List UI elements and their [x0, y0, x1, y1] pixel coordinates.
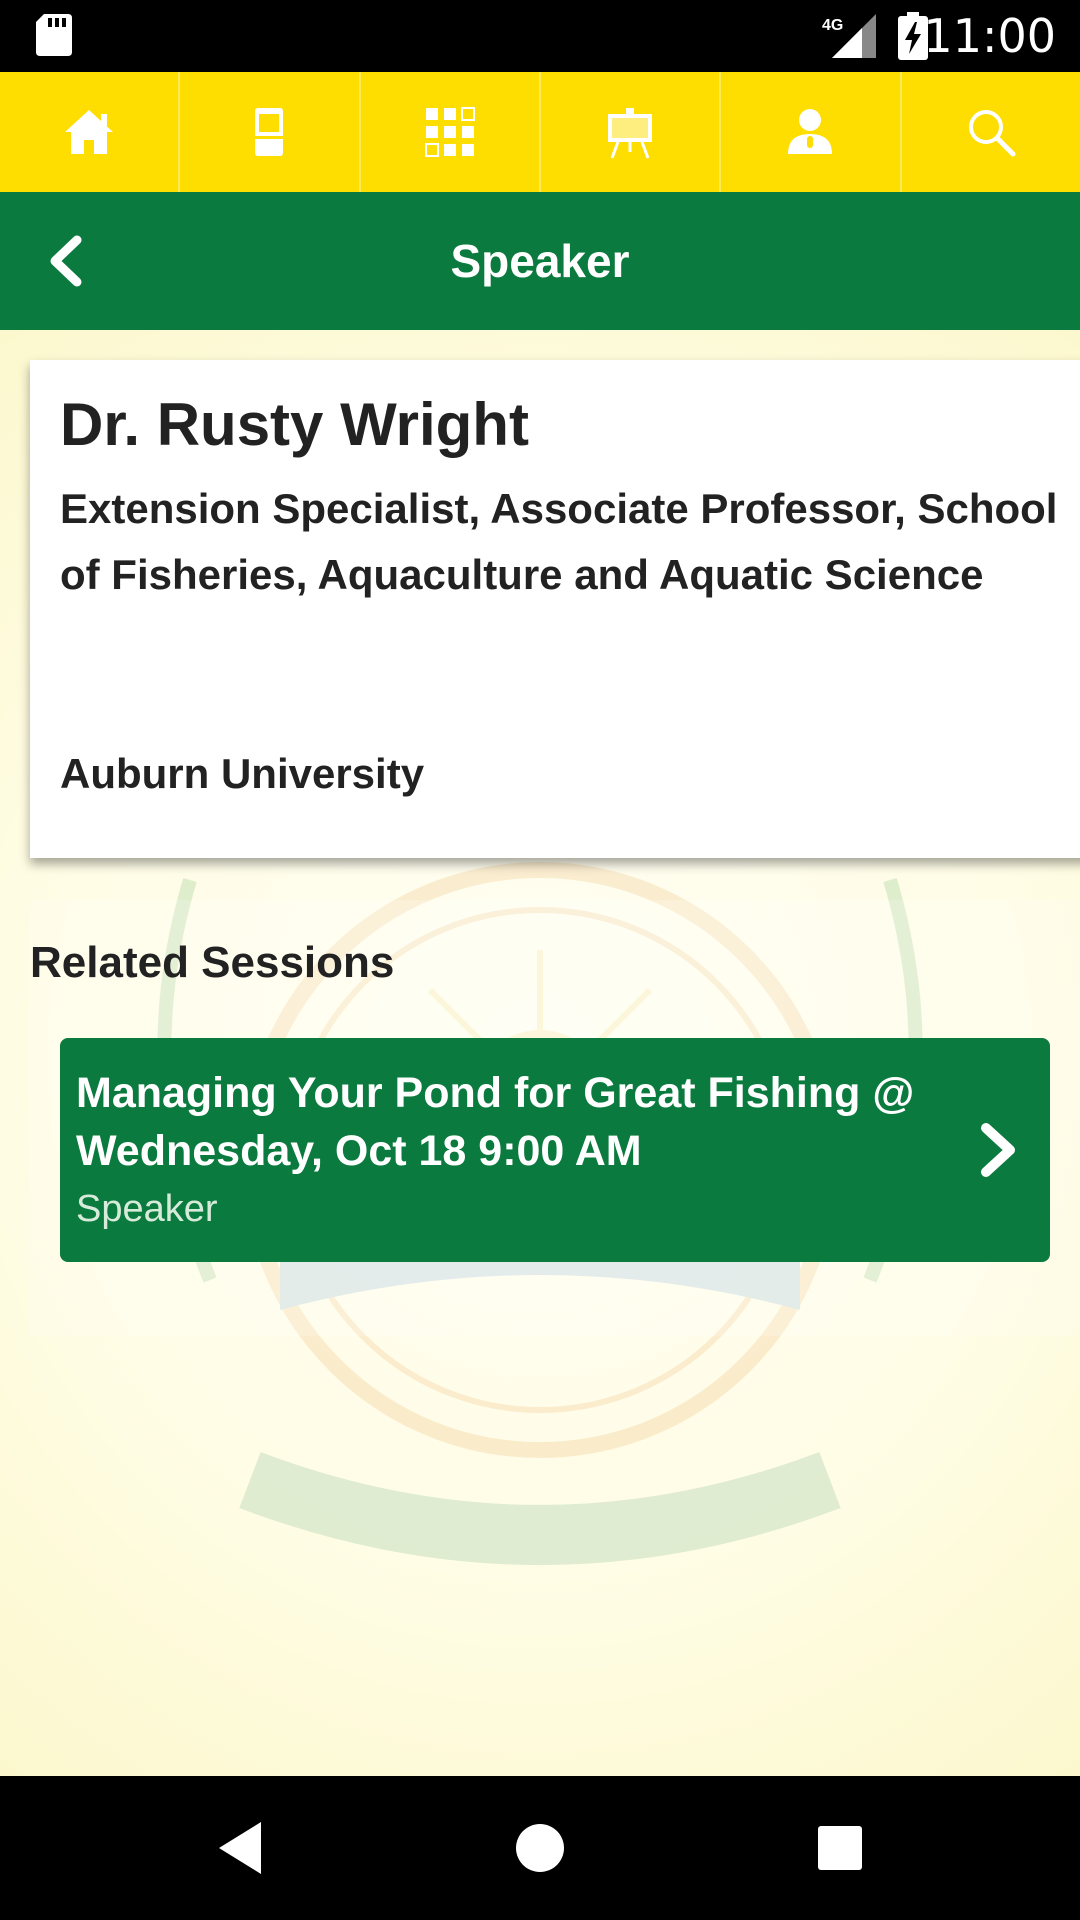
speaker-name: Dr. Rusty Wright: [60, 391, 529, 458]
clock: 11:00: [923, 9, 1056, 63]
speaker-title: Extension Specialist, Associate Professo…: [60, 485, 1058, 598]
system-back-button[interactable]: [206, 1814, 274, 1882]
nav-search[interactable]: [902, 72, 1080, 192]
grid-icon: [424, 107, 475, 157]
presentation-icon: [608, 108, 653, 159]
back-button[interactable]: [30, 226, 100, 296]
square-recents-icon: [818, 1826, 862, 1870]
sd-card-icon: [36, 14, 72, 56]
nav-sessions[interactable]: [541, 72, 722, 192]
nav-speakers[interactable]: [721, 72, 902, 192]
speaker-organization: Auburn University: [60, 750, 425, 797]
network-type: 4G: [822, 17, 843, 34]
speaker-icon: [788, 109, 833, 154]
session-title: Managing Your Pond for Great Fishing @ W…: [76, 1069, 915, 1175]
chevron-right-icon: [981, 1123, 1015, 1177]
nav-grid[interactable]: [361, 72, 541, 192]
nav-home[interactable]: [0, 72, 181, 192]
chevron-left-icon: [50, 235, 82, 287]
system-recents-button[interactable]: [806, 1814, 874, 1882]
system-home-button[interactable]: [506, 1814, 574, 1882]
circle-home-icon: [516, 1824, 564, 1872]
session-role: Speaker: [76, 1188, 218, 1230]
nav-booths[interactable]: [180, 72, 361, 192]
system-navigation-bar: [0, 1776, 1080, 1920]
booth-icon: [255, 108, 284, 156]
home-icon: [65, 110, 114, 154]
session-list-item[interactable]: Managing Your Pond for Great Fishing @ W…: [60, 1038, 1050, 1262]
content-area[interactable]: Dr. Rusty Wright Extension Specialist, A…: [0, 330, 1080, 1776]
top-navigation: [0, 72, 1080, 192]
title-bar: Speaker: [0, 192, 1080, 330]
status-bar: 4G 11:00: [0, 0, 1080, 72]
search-icon: [968, 110, 1016, 157]
speaker-card: Dr. Rusty Wright Extension Specialist, A…: [30, 360, 1080, 858]
related-sessions-heading: Related Sessions: [30, 938, 395, 987]
triangle-back-icon: [219, 1822, 261, 1874]
signal-icon: 4G: [822, 14, 876, 58]
page-title: Speaker: [450, 235, 630, 287]
